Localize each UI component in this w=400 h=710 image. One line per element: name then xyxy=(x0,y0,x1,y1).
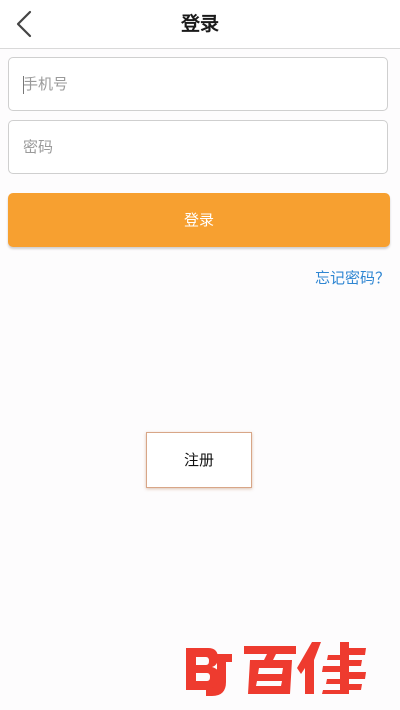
text-cursor xyxy=(23,76,24,94)
login-button[interactable]: 登录 xyxy=(8,193,390,247)
forgot-password-link[interactable]: 忘记密码？ xyxy=(315,266,390,290)
watermark-logo xyxy=(186,642,366,696)
phone-field[interactable] xyxy=(8,57,388,111)
phone-input[interactable] xyxy=(23,58,373,110)
password-input[interactable] xyxy=(23,121,373,173)
register-button[interactable]: 注册 xyxy=(146,432,252,488)
password-field[interactable] xyxy=(8,120,388,174)
page-title: 登录 xyxy=(180,13,219,35)
app-header: 登录 xyxy=(0,0,400,49)
